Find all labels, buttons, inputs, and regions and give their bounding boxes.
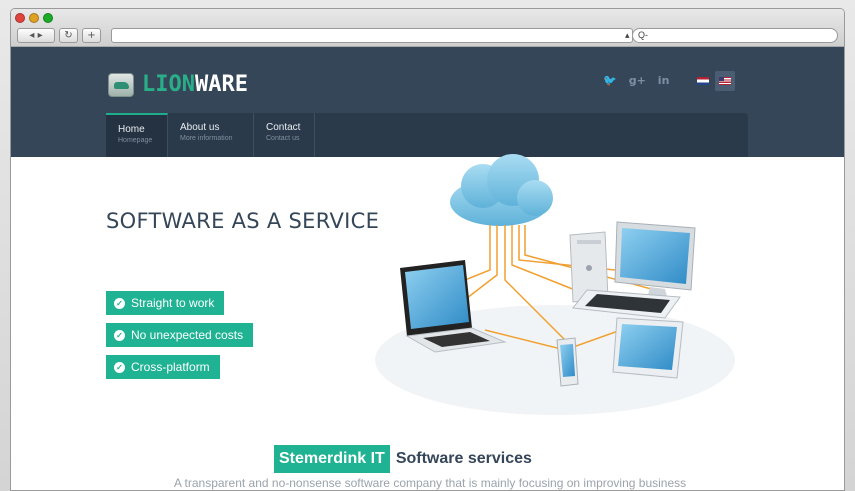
nav-contact-subtitle: Contact us <box>266 135 300 142</box>
nav-home-subtitle: Homepage <box>118 137 153 144</box>
tablet-icon <box>612 317 684 379</box>
nav-item-home[interactable]: Home Homepage <box>106 113 168 157</box>
logo-wordmark: LIONWARE <box>142 72 248 97</box>
google-plus-icon[interactable]: g+ <box>629 74 646 87</box>
cloud-icon <box>450 154 553 226</box>
nav-contact-title: Contact <box>266 122 301 133</box>
check-icon: ✓ <box>114 361 125 373</box>
logo-text-lion: LION <box>142 72 195 97</box>
lion-logo-icon <box>108 72 134 97</box>
address-bar[interactable] <box>111 28 633 43</box>
close-window-button[interactable] <box>15 13 25 23</box>
search-field[interactable]: Q- <box>632 28 838 43</box>
intro-heading-rest: Software services <box>395 450 532 467</box>
feature-badge: ✓ No unexpected costs <box>106 323 254 347</box>
back-forward-button[interactable]: ◂ ▸ <box>17 28 55 43</box>
intro-heading: Stemerdink IT Software services <box>274 445 532 473</box>
laptop-icon <box>400 260 507 353</box>
minimize-window-button[interactable] <box>29 13 39 23</box>
nav-about-subtitle: More information <box>180 135 233 142</box>
feature-label: Cross-platform <box>131 360 210 374</box>
language-switcher <box>697 71 735 91</box>
twitter-icon[interactable]: 🐦 <box>603 74 617 87</box>
address-dropdown-icon[interactable]: ▴ <box>625 28 630 43</box>
site-header: LIONWARE 🐦 g+ in Home Homepage About us … <box>11 47 844 157</box>
nav-item-about[interactable]: About us More information <box>168 113 254 157</box>
nav-item-contact[interactable]: Contact Contact us <box>254 113 315 157</box>
feature-badge: ✓ Straight to work <box>106 291 225 315</box>
us-flag-icon <box>719 77 731 85</box>
social-links: 🐦 g+ in <box>603 74 669 87</box>
company-name-badge: Stemerdink IT <box>274 445 390 473</box>
browser-toolbar: ◂ ▸ ↻ + ▴ Q- <box>11 9 844 47</box>
logo-text-ware: WARE <box>194 72 248 97</box>
reload-button[interactable]: ↻ <box>59 28 78 43</box>
check-icon: ✓ <box>114 329 125 341</box>
maximize-window-button[interactable] <box>43 13 53 23</box>
site-logo[interactable]: LIONWARE <box>108 72 248 97</box>
hero-title: SOFTWARE AS A SERVICE <box>106 209 380 233</box>
nav-about-title: About us <box>180 122 220 133</box>
feature-label: No unexpected costs <box>131 328 244 342</box>
feature-badge: ✓ Cross-platform <box>106 355 220 379</box>
window-controls <box>15 13 53 23</box>
nl-flag-icon[interactable] <box>697 77 709 85</box>
intro-paragraph: A transparent and no-nonsense software c… <box>173 476 687 490</box>
new-tab-button[interactable]: + <box>82 28 101 43</box>
cloud-devices-illustration <box>375 154 735 415</box>
browser-nav-buttons: ◂ ▸ ↻ + <box>17 28 101 43</box>
feature-label: Straight to work <box>131 296 215 310</box>
linkedin-icon[interactable]: in <box>658 74 670 87</box>
smartphone-icon <box>556 337 579 387</box>
language-us-active[interactable] <box>715 71 735 91</box>
nav-home-title: Home <box>118 124 145 135</box>
check-icon: ✓ <box>114 297 125 309</box>
